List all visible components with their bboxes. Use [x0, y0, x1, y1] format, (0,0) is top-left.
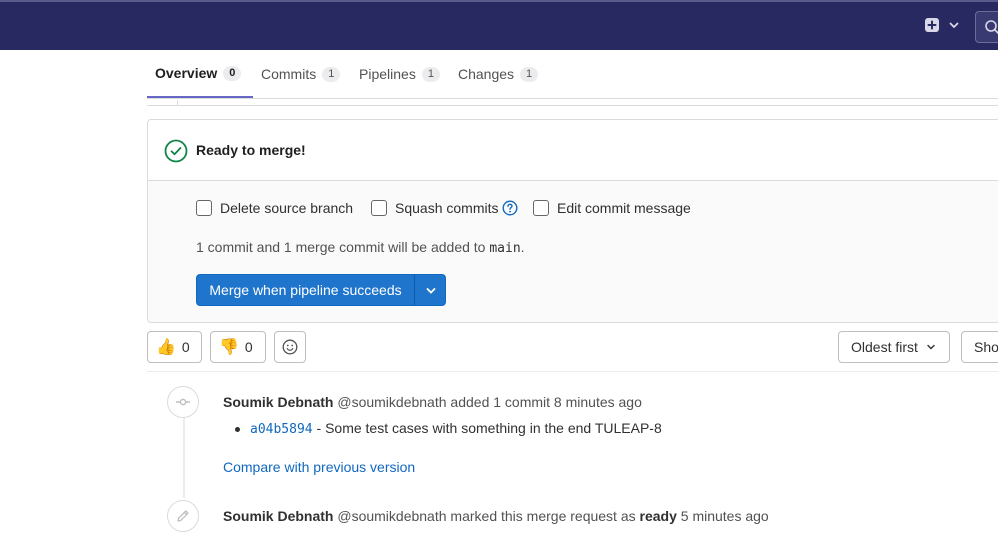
search-input[interactable] — [975, 11, 998, 43]
tab-count-badge: 1 — [322, 66, 341, 82]
compare-previous-version-link[interactable]: Compare with previous version — [223, 459, 415, 475]
merge-info-text: 1 commit and 1 merge commit will be adde… — [196, 239, 525, 256]
edit-event-icon — [167, 500, 199, 532]
author-name[interactable]: Soumik Debnath — [223, 394, 333, 410]
thumbs-up-count: 0 — [181, 339, 190, 355]
activity-time: 8 minutes ago — [553, 394, 642, 410]
merge-widget-header: Ready to merge! — [148, 120, 998, 181]
thumbs-up-icon: 👍 — [156, 339, 176, 356]
thumbs-down-count: 0 — [244, 339, 253, 355]
merge-options-dropdown-button[interactable] — [414, 274, 446, 306]
plus-square-icon[interactable] — [925, 18, 939, 32]
delete-source-branch-label: Delete source branch — [220, 200, 354, 216]
tab-changes[interactable]: Changes 1 — [450, 50, 546, 98]
commit-icon — [176, 398, 190, 406]
show-label: Show — [974, 339, 998, 355]
timeline-line — [183, 410, 185, 498]
divider — [147, 371, 998, 372]
check-circle-icon — [164, 139, 188, 163]
add-reaction-button[interactable] — [274, 331, 306, 363]
author-name[interactable]: Soumik Debnath — [223, 508, 333, 524]
commit-list-item: a04b5894 - Some test cases with somethin… — [235, 420, 662, 437]
tab-count-badge: 1 — [421, 66, 440, 82]
timeline-stub — [147, 100, 998, 106]
edit-commit-message-label: Edit commit message — [557, 200, 691, 216]
commit-sha-link[interactable]: a04b5894 — [250, 422, 313, 437]
question-circle-icon[interactable] — [502, 200, 518, 216]
squash-commits-option[interactable]: Squash commits — [371, 200, 518, 216]
tab-count-badge: 0 — [223, 65, 242, 81]
chevron-down-icon — [927, 344, 935, 350]
delete-source-branch-option[interactable]: Delete source branch — [196, 200, 353, 216]
tab-label: Pipelines — [359, 66, 416, 82]
sort-dropdown[interactable]: Oldest first — [838, 331, 950, 363]
tab-label: Overview — [155, 65, 218, 81]
tab-label: Commits — [261, 66, 317, 82]
merge-request-tabs: Overview 0 Commits 1 Pipelines 1 Changes… — [147, 50, 998, 99]
activity-status: ready — [639, 508, 677, 524]
merge-status-text: Ready to merge! — [196, 142, 306, 158]
commit-event-icon — [167, 386, 199, 418]
merge-info-prefix: 1 commit and 1 merge commit will be adde… — [196, 239, 490, 255]
thumbs-down-icon: 👎 — [219, 339, 239, 356]
squash-commits-checkbox[interactable] — [371, 200, 387, 216]
chevron-down-icon[interactable] — [948, 19, 960, 31]
activity-action: marked this merge request as — [450, 508, 636, 524]
pencil-icon — [177, 510, 189, 522]
thumbs-down-button[interactable]: 👎 0 — [210, 331, 266, 363]
chevron-down-icon — [426, 288, 436, 294]
commit-title: - Some test cases with something in the … — [312, 420, 662, 436]
list-bullet — [235, 426, 240, 432]
merge-widget: Ready to merge! Delete source branch Squ… — [147, 119, 998, 323]
timeline-line — [177, 100, 178, 106]
target-branch: main — [489, 241, 521, 256]
author-handle[interactable]: @soumikdebnath — [337, 394, 446, 410]
edit-commit-message-option[interactable]: Edit commit message — [533, 200, 691, 216]
merge-info-suffix: . — [520, 239, 525, 255]
activity-action: added 1 commit — [450, 394, 551, 410]
tab-pipelines[interactable]: Pipelines 1 — [351, 50, 448, 98]
sort-label: Oldest first — [851, 339, 918, 355]
activity-note: Soumik Debnath @soumikdebnath marked thi… — [223, 508, 769, 524]
squash-commits-label: Squash commits — [395, 200, 499, 216]
search-icon — [985, 20, 998, 35]
tab-count-badge: 1 — [520, 66, 539, 82]
activity-note: Soumik Debnath @soumikdebnath added 1 co… — [223, 394, 642, 410]
tab-label: Changes — [458, 66, 515, 82]
show-filter-dropdown[interactable]: Show — [961, 331, 998, 363]
tab-overview[interactable]: Overview 0 — [147, 50, 253, 98]
edit-commit-message-checkbox[interactable] — [533, 200, 549, 216]
activity-time: 5 minutes ago — [680, 508, 769, 524]
author-handle[interactable]: @soumikdebnath — [337, 508, 446, 524]
smiley-icon — [282, 339, 298, 355]
thumbs-up-button[interactable]: 👍 0 — [147, 331, 202, 363]
tab-commits[interactable]: Commits 1 — [253, 50, 348, 98]
delete-source-branch-checkbox[interactable] — [196, 200, 212, 216]
top-navbar — [0, 0, 998, 50]
merge-when-pipeline-succeeds-button[interactable]: Merge when pipeline succeeds — [196, 274, 415, 306]
